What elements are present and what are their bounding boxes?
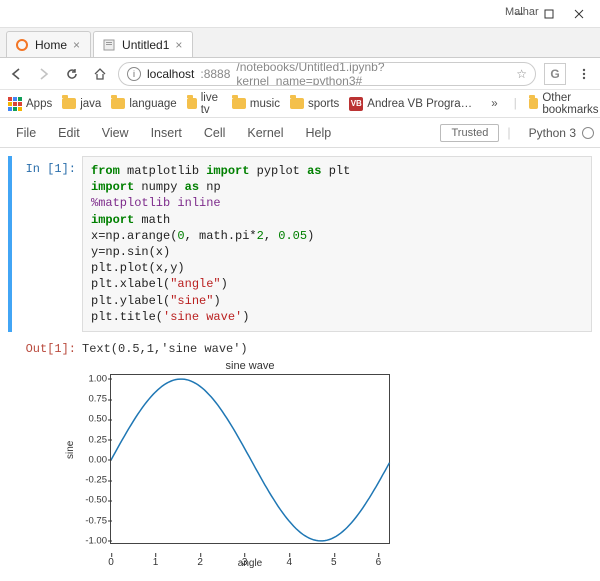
other-bookmarks[interactable]: Other bookmarks	[529, 92, 600, 116]
code-cell[interactable]: In [1]: from matplotlib import pyplot as…	[8, 156, 592, 332]
output-text: Text(0.5,1,'sine wave')	[82, 336, 592, 356]
kernel-name: Python 3	[529, 126, 576, 140]
forward-button[interactable]	[34, 64, 54, 84]
folder-icon	[111, 98, 125, 109]
y-axis-label: sine	[65, 441, 76, 459]
chart-title: sine wave	[110, 360, 390, 372]
separator: |	[514, 98, 517, 110]
tab-title: Home	[35, 38, 67, 52]
apps-icon	[8, 97, 22, 111]
tab-title: Untitled1	[122, 38, 169, 52]
folder-icon	[187, 98, 197, 109]
bookmark-label: Andrea VB Programmi	[367, 98, 477, 110]
folder-icon	[232, 98, 246, 109]
bookmark-folder-sports[interactable]: sports	[290, 98, 339, 110]
menu-edit[interactable]: Edit	[48, 122, 90, 144]
bookmark-star-icon[interactable]: ☆	[516, 67, 527, 81]
window-close-button[interactable]	[564, 3, 594, 25]
output-prompt: Out[1]:	[12, 336, 82, 356]
bookmark-label: java	[80, 98, 101, 110]
bookmark-folder-livetv[interactable]: live tv	[187, 92, 222, 116]
menu-kernel[interactable]: Kernel	[237, 122, 293, 144]
vb-icon: VB	[349, 97, 363, 111]
os-username: Malhar	[505, 6, 539, 18]
browser-tabstrip: Home × Untitled1 ×	[0, 28, 600, 58]
folder-icon	[290, 98, 304, 109]
browser-toolbar: i localhost :8888/notebooks/Untitled1.ipy…	[0, 58, 600, 90]
address-bar[interactable]: i localhost :8888/notebooks/Untitled1.ipy…	[118, 62, 536, 86]
bookmark-label: sports	[308, 98, 339, 110]
close-icon[interactable]: ×	[73, 38, 80, 52]
url-port: :8888	[200, 67, 230, 81]
trusted-badge[interactable]: Trusted	[440, 124, 499, 142]
folder-icon	[529, 98, 539, 109]
folder-icon	[62, 98, 76, 109]
back-button[interactable]	[6, 64, 26, 84]
bookmark-label: live tv	[201, 92, 222, 116]
menu-file[interactable]: File	[6, 122, 46, 144]
bookmark-label: music	[250, 98, 280, 110]
sine-line	[111, 375, 391, 545]
separator: |	[501, 126, 516, 140]
kernel-indicator[interactable]: Python 3	[519, 126, 594, 140]
menu-cell[interactable]: Cell	[194, 122, 236, 144]
bookmarks-overflow[interactable]: »	[487, 98, 501, 110]
jupyter-favicon	[15, 38, 29, 52]
site-info-icon[interactable]: i	[127, 67, 141, 81]
kernel-status-icon	[582, 127, 594, 139]
bookmark-folder-music[interactable]: music	[232, 98, 280, 110]
bookmarks-apps[interactable]: Apps	[8, 97, 52, 111]
menu-view[interactable]: View	[92, 122, 139, 144]
os-titlebar: Malhar	[0, 0, 600, 28]
reload-button[interactable]	[62, 64, 82, 84]
notebook-favicon	[102, 38, 116, 52]
close-icon[interactable]: ×	[175, 38, 182, 52]
bookmark-folder-java[interactable]: java	[62, 98, 101, 110]
bookmark-folder-language[interactable]: language	[111, 98, 176, 110]
home-button[interactable]	[90, 64, 110, 84]
bookmarks-bar: Apps java language live tv music sports …	[0, 90, 600, 118]
browser-tab-notebook[interactable]: Untitled1 ×	[93, 31, 193, 57]
output-cell: Out[1]: Text(0.5,1,'sine wave')	[8, 336, 592, 356]
chrome-menu-button[interactable]	[574, 64, 594, 84]
notebook-menubar: File Edit View Insert Cell Kernel Help T…	[0, 118, 600, 148]
y-ticks: -1.00-0.75-0.50-0.250.000.250.500.751.00	[81, 375, 109, 543]
bookmarks-apps-label: Apps	[26, 98, 52, 110]
url-path: /notebooks/Untitled1.ipynb?kernel_name=p…	[236, 62, 510, 86]
url-host: localhost	[147, 67, 194, 81]
bookmark-andreavb[interactable]: VB Andrea VB Programmi	[349, 97, 477, 111]
chart-output: sine wave -1.00-0.75-0.50-0.250.000.250.…	[82, 356, 592, 573]
bookmark-label: language	[129, 98, 176, 110]
code-editor[interactable]: from matplotlib import pyplot as plt imp…	[82, 156, 592, 332]
bookmark-label: Other bookmarks	[542, 92, 600, 116]
input-prompt: In [1]:	[12, 156, 82, 332]
menu-insert[interactable]: Insert	[141, 122, 192, 144]
menu-help[interactable]: Help	[296, 122, 342, 144]
chart-axes: -1.00-0.75-0.50-0.250.000.250.500.751.00…	[110, 374, 390, 544]
search-engine-button[interactable]: G	[544, 63, 566, 85]
browser-tab-home[interactable]: Home ×	[6, 31, 91, 57]
